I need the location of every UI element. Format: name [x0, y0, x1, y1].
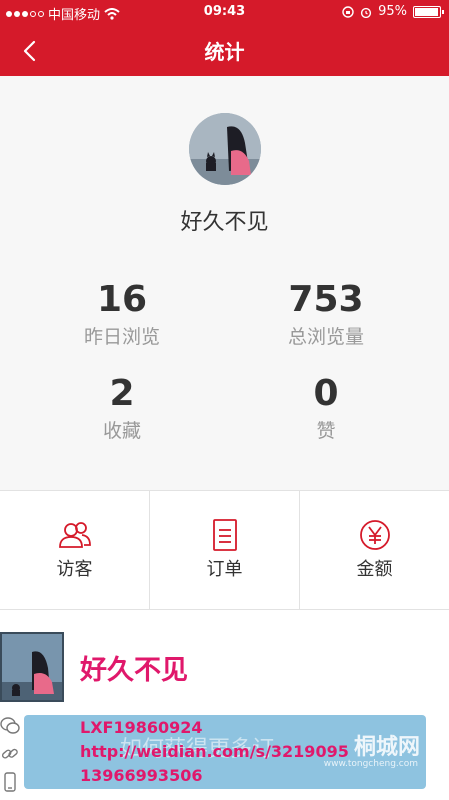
stat-value: 16	[96, 279, 148, 320]
ad-card: 好久不见 如何获得更多订 桐城网 www.tongcheng.com LXF19…	[0, 610, 449, 800]
status-bar: 中国移动 09:43 95%	[0, 0, 449, 26]
status-right: 95%	[342, 4, 444, 19]
stat-label: 昨日浏览	[83, 326, 160, 348]
yuan-icon	[359, 520, 390, 550]
rotation-lock-icon	[342, 5, 354, 18]
stat-label: 收藏	[102, 420, 141, 442]
card-title: 好久不见	[80, 655, 188, 686]
stat-value: 2	[109, 373, 135, 414]
avatar-image	[189, 113, 261, 185]
ad-line-phone[interactable]: 13966993506	[80, 766, 202, 785]
avatar[interactable]	[189, 113, 261, 185]
ad-line-url[interactable]: http://weidian.com/s/3219095	[80, 742, 349, 761]
order-icon	[212, 519, 237, 551]
battery-icon	[413, 5, 444, 18]
stat-value: 0	[313, 373, 339, 414]
statistics-page: 中国移动 09:43 95% 统计 好久不见 16 昨日浏览 753 总浏览量 …	[0, 0, 449, 800]
watermark-logo: 桐城网	[353, 735, 420, 760]
visitors-button[interactable]: 访客	[0, 491, 150, 609]
page-title: 统计	[204, 40, 245, 64]
link-icon[interactable]	[0, 744, 20, 764]
nav-bar: 统计	[0, 26, 449, 76]
share-icons	[0, 716, 22, 800]
stat-label: 总浏览量	[287, 326, 364, 348]
action-label: 访客	[56, 559, 93, 580]
stat-total-views: 753 总浏览量	[226, 280, 426, 349]
ad-banner[interactable]: 如何获得更多订 桐城网 www.tongcheng.com LXF1986092…	[24, 715, 426, 789]
ad-line-id: LXF19860924	[80, 718, 203, 737]
alarm-icon	[360, 7, 372, 18]
card-thumbnail-image	[2, 634, 62, 700]
action-bar: 访客 订单 金额	[0, 490, 449, 610]
profile-name: 好久不见	[180, 210, 269, 235]
header: 中国移动 09:43 95% 统计	[0, 0, 449, 76]
action-label: 金额	[356, 559, 393, 580]
amount-button[interactable]: 金额	[300, 491, 449, 609]
visitors-icon	[58, 522, 91, 548]
action-label: 订单	[206, 559, 243, 580]
battery-percent: 95%	[378, 4, 407, 19]
phone-icon[interactable]	[0, 772, 20, 792]
stat-favorites: 2 收藏	[22, 374, 222, 443]
stat-label: 赞	[316, 420, 336, 442]
orders-button[interactable]: 订单	[150, 491, 300, 609]
stat-likes: 0 赞	[226, 374, 426, 443]
stats-section: 好久不见 16 昨日浏览 753 总浏览量 2 收藏 0 赞	[0, 76, 449, 490]
card-thumbnail	[0, 632, 64, 702]
stat-value: 753	[288, 279, 364, 320]
wechat-icon[interactable]	[0, 716, 20, 736]
stat-yesterday-views: 16 昨日浏览	[22, 280, 222, 349]
